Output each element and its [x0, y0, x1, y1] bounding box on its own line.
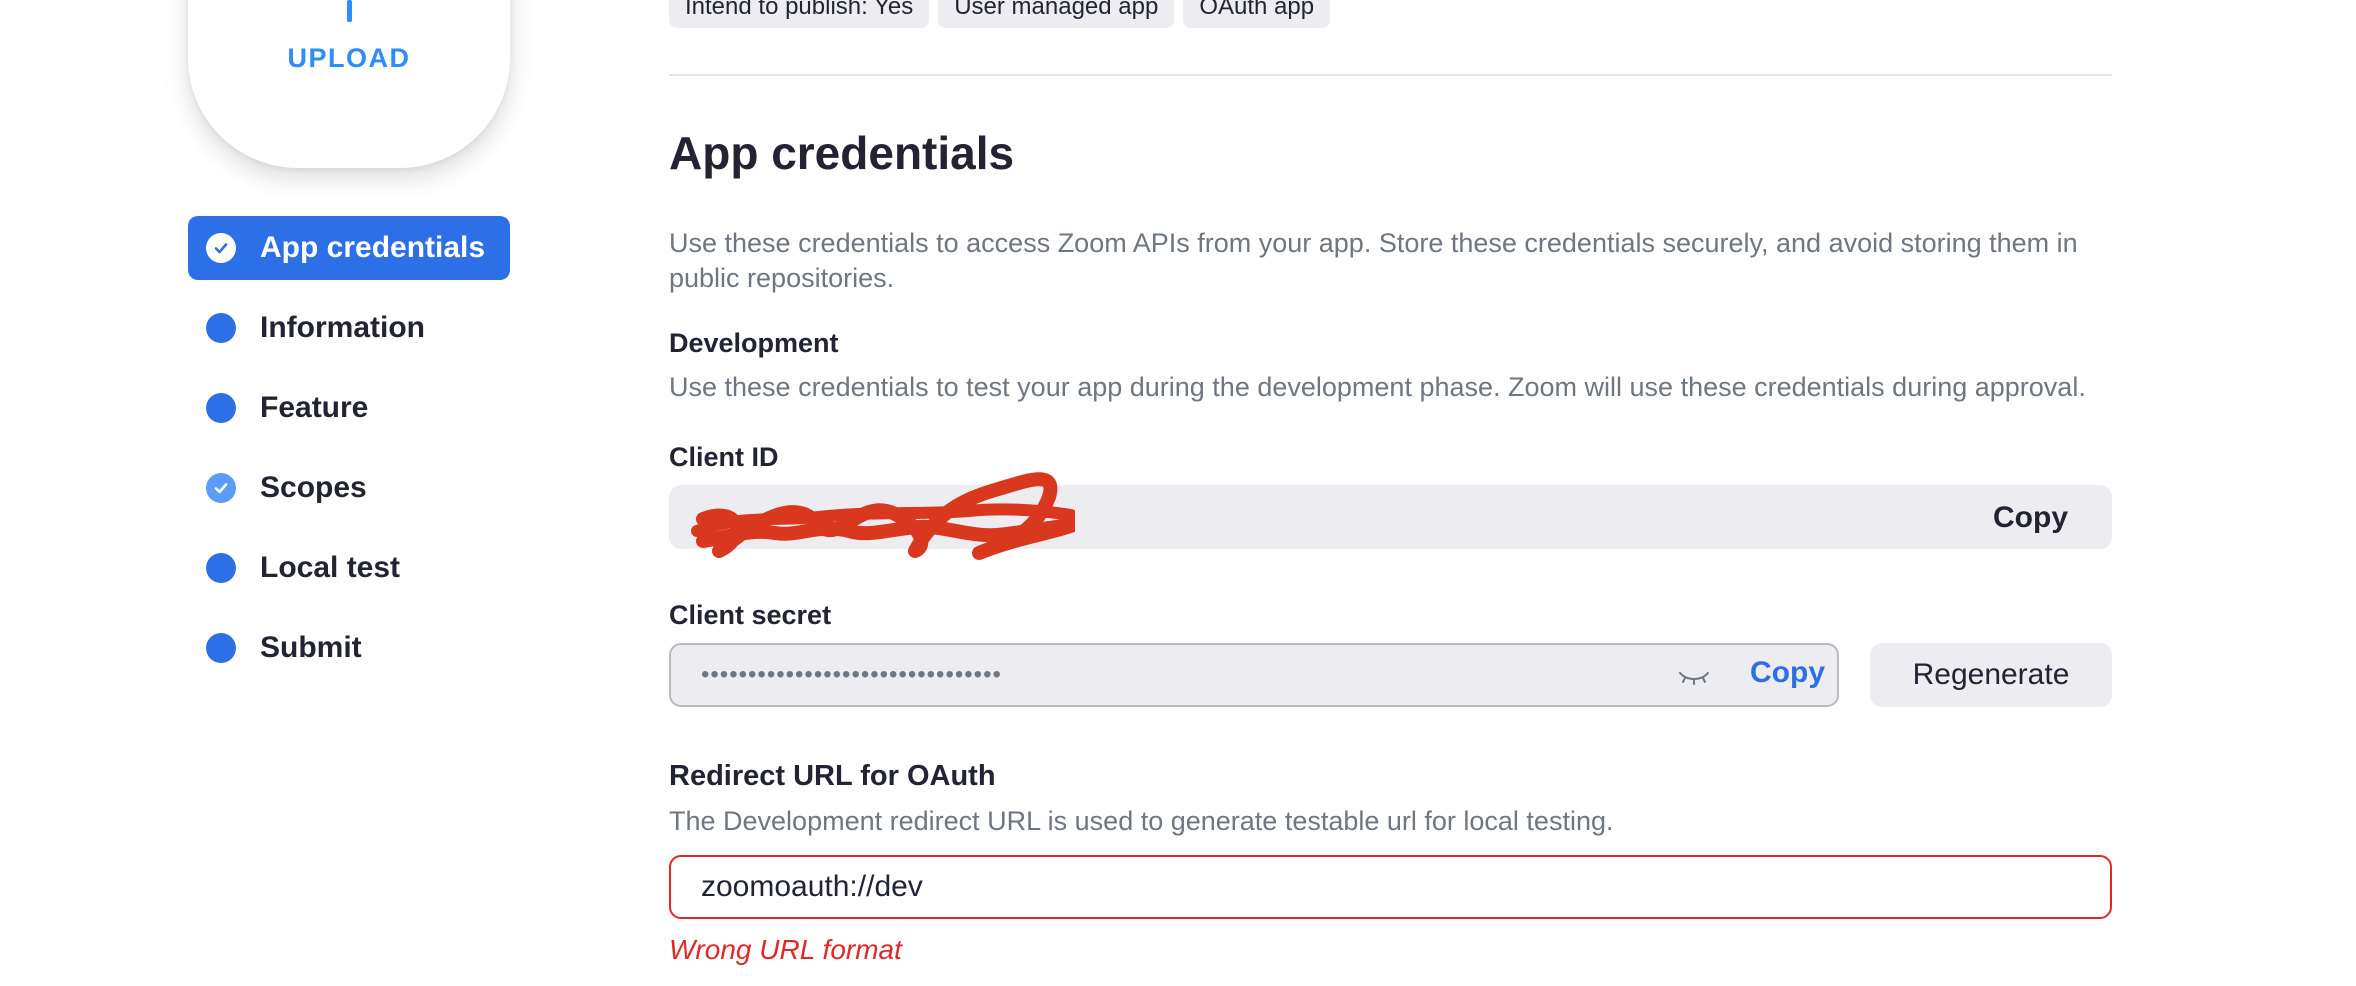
- divider: [669, 74, 2112, 76]
- development-heading: Development: [669, 328, 839, 358]
- tag-oauth: OAuth app: [1183, 0, 1331, 28]
- sidebar-item-feature[interactable]: Feature: [188, 376, 510, 440]
- client-secret-label: Client secret: [669, 600, 832, 630]
- sidebar-item-label: Scopes: [260, 471, 367, 504]
- client-secret-value: ••••••••••••••••••••••••••••••••: [701, 661, 1002, 688]
- client-secret-field: •••••••••••••••••••••••••••••••• Copy: [669, 643, 1839, 707]
- sidebar-item-submit[interactable]: Submit: [188, 616, 510, 680]
- step-dot-icon: [206, 393, 236, 423]
- sidebar-item-label: Local test: [260, 551, 401, 584]
- step-dot-icon: [206, 553, 236, 583]
- upload-label[interactable]: UPLOAD: [188, 43, 510, 74]
- check-circle-icon: [206, 473, 236, 503]
- sidebar-item-app-credentials[interactable]: App credentials: [188, 216, 510, 280]
- app-tags: Intend to publish: Yes User managed app …: [669, 0, 1331, 28]
- sidebar-item-scopes[interactable]: Scopes: [188, 456, 510, 520]
- step-dot-icon: [206, 633, 236, 663]
- eye-closed-icon[interactable]: [1677, 667, 1711, 685]
- sidebar-item-label: App credentials: [260, 231, 486, 264]
- sidebar-item-label: Submit: [260, 631, 362, 664]
- sidebar-item-local-test[interactable]: Local test: [188, 536, 510, 600]
- regenerate-button[interactable]: Regenerate: [1870, 643, 2112, 707]
- sidebar-item-label: Information: [260, 311, 425, 344]
- redaction-scribble: [691, 472, 1075, 560]
- client-id-field: Copy: [669, 472, 2112, 560]
- page-title: App credentials: [669, 127, 1015, 179]
- tag-intend-to-publish: Intend to publish: Yes: [669, 0, 930, 28]
- sidebar-nav: App credentials Information Feature Scop…: [188, 216, 510, 696]
- upload-card[interactable]: UPLOAD: [188, 0, 510, 168]
- client-secret-copy-button[interactable]: Copy: [1750, 656, 1825, 690]
- redirect-url-error: Wrong URL format: [669, 934, 902, 965]
- redirect-url-input[interactable]: [669, 855, 2112, 919]
- tag-user-managed: User managed app: [938, 0, 1175, 28]
- intro-text: Use these credentials to access Zoom API…: [669, 228, 2078, 293]
- upload-arrow-icon: [347, 0, 352, 22]
- redirect-url-label: Redirect URL for OAuth: [669, 760, 996, 792]
- sidebar-item-label: Feature: [260, 391, 369, 424]
- client-id-copy-button[interactable]: Copy: [1993, 501, 2068, 535]
- redirect-url-description: The Development redirect URL is used to …: [669, 806, 1614, 836]
- sidebar-item-information[interactable]: Information: [188, 296, 510, 360]
- step-dot-icon: [206, 313, 236, 343]
- development-description: Use these credentials to test your app d…: [669, 372, 2086, 402]
- check-circle-icon: [206, 233, 236, 263]
